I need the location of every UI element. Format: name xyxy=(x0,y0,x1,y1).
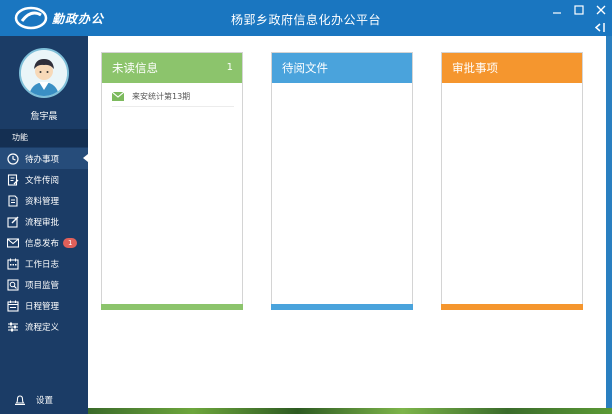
notification-badge: 1 xyxy=(63,237,78,248)
user-avatar-icon xyxy=(21,50,67,96)
sliders-icon xyxy=(7,321,19,333)
sidebar-item-schedule[interactable]: 日程管理 xyxy=(0,295,88,316)
pending-docs-panel: 待阅文件 xyxy=(271,52,413,310)
approvals-panel: 审批事项 xyxy=(441,52,583,310)
desktop-background-strip xyxy=(88,408,612,414)
title-bar: 勤政办公 杨郢乡政府信息化办公平台 xyxy=(0,0,612,36)
sidebar-item-process-approval[interactable]: 流程审批 xyxy=(0,211,88,232)
sidebar-item-label: 流程审批 xyxy=(25,217,60,228)
sidebar: 詹宇晨 功能 待办事项 文件传阅 资料管理 流程审批 信息发布 1 工作日志 项… xyxy=(0,36,88,414)
unread-info-panel: 未读信息 1 来安统计第13期 xyxy=(101,52,243,310)
window-border xyxy=(606,36,612,408)
sidebar-item-work-log[interactable]: 工作日志 xyxy=(0,253,88,274)
sidebar-item-label: 流程定义 xyxy=(25,322,60,333)
schedule-icon xyxy=(7,300,19,312)
settings-button[interactable]: 设置 xyxy=(0,390,88,410)
panel-footer xyxy=(271,304,413,310)
panel-header[interactable]: 审批事项 xyxy=(442,53,582,83)
settings-label: 设置 xyxy=(36,396,54,406)
envelope-icon xyxy=(111,91,125,101)
panel-title: 审批事项 xyxy=(452,61,498,75)
message-title: 来安统计第13期 xyxy=(132,92,191,101)
sidebar-item-file-circulation[interactable]: 文件传阅 xyxy=(0,169,88,190)
minimize-icon xyxy=(553,12,561,14)
sidebar-menu: 待办事项 文件传阅 资料管理 流程审批 信息发布 1 工作日志 项目监管 日程管… xyxy=(0,148,88,337)
sidebar-item-label: 信息发布 xyxy=(25,238,60,249)
sidebar-item-data-management[interactable]: 资料管理 xyxy=(0,190,88,211)
sidebar-item-label: 资料管理 xyxy=(25,196,60,207)
minimize-button[interactable] xyxy=(546,0,568,20)
panel-title: 待阅文件 xyxy=(282,61,328,75)
section-label: 功能 xyxy=(0,129,88,147)
panel-footer xyxy=(101,304,243,310)
sidebar-item-label: 日程管理 xyxy=(25,301,60,312)
panel-header[interactable]: 待阅文件 xyxy=(272,53,412,83)
maximize-icon xyxy=(574,5,584,15)
sidebar-item-label: 文件传阅 xyxy=(25,175,60,186)
sidebar-item-project-supervision[interactable]: 项目监管 xyxy=(0,274,88,295)
sidebar-item-label: 工作日志 xyxy=(25,259,60,270)
monitor-icon xyxy=(7,278,19,291)
window-title: 杨郢乡政府信息化办公平台 xyxy=(230,13,381,27)
bell-icon xyxy=(14,394,26,406)
close-icon xyxy=(596,5,606,15)
sidebar-item-label: 项目监管 xyxy=(25,280,60,291)
list-item[interactable]: 来安统计第13期 xyxy=(111,91,234,107)
mail-icon xyxy=(7,237,19,249)
document-icon xyxy=(7,194,19,207)
main-content: 未读信息 1 来安统计第13期 待阅文件 审批事项 xyxy=(88,36,606,408)
back-button[interactable] xyxy=(595,23,608,32)
panel-title: 未读信息 xyxy=(112,61,158,75)
file-edit-icon xyxy=(7,173,19,186)
sidebar-item-todo[interactable]: 待办事项 xyxy=(0,148,88,169)
window-controls xyxy=(546,0,612,20)
bar-icon xyxy=(603,23,605,32)
clock-icon xyxy=(7,152,19,165)
chevron-left-icon xyxy=(595,23,601,32)
unread-count: 1 xyxy=(226,62,233,73)
sidebar-item-label: 待办事项 xyxy=(25,154,60,165)
avatar[interactable] xyxy=(19,48,69,98)
calendar-icon xyxy=(7,258,19,270)
user-name: 詹宇晨 xyxy=(30,112,58,122)
sidebar-item-process-definition[interactable]: 流程定义 xyxy=(0,316,88,337)
panel-header[interactable]: 未读信息 1 xyxy=(102,53,242,83)
maximize-button[interactable] xyxy=(568,0,590,20)
sidebar-item-info-publish[interactable]: 信息发布 1 xyxy=(0,232,88,253)
close-button[interactable] xyxy=(590,0,612,20)
edit-icon xyxy=(7,216,19,228)
panel-footer xyxy=(441,304,583,310)
